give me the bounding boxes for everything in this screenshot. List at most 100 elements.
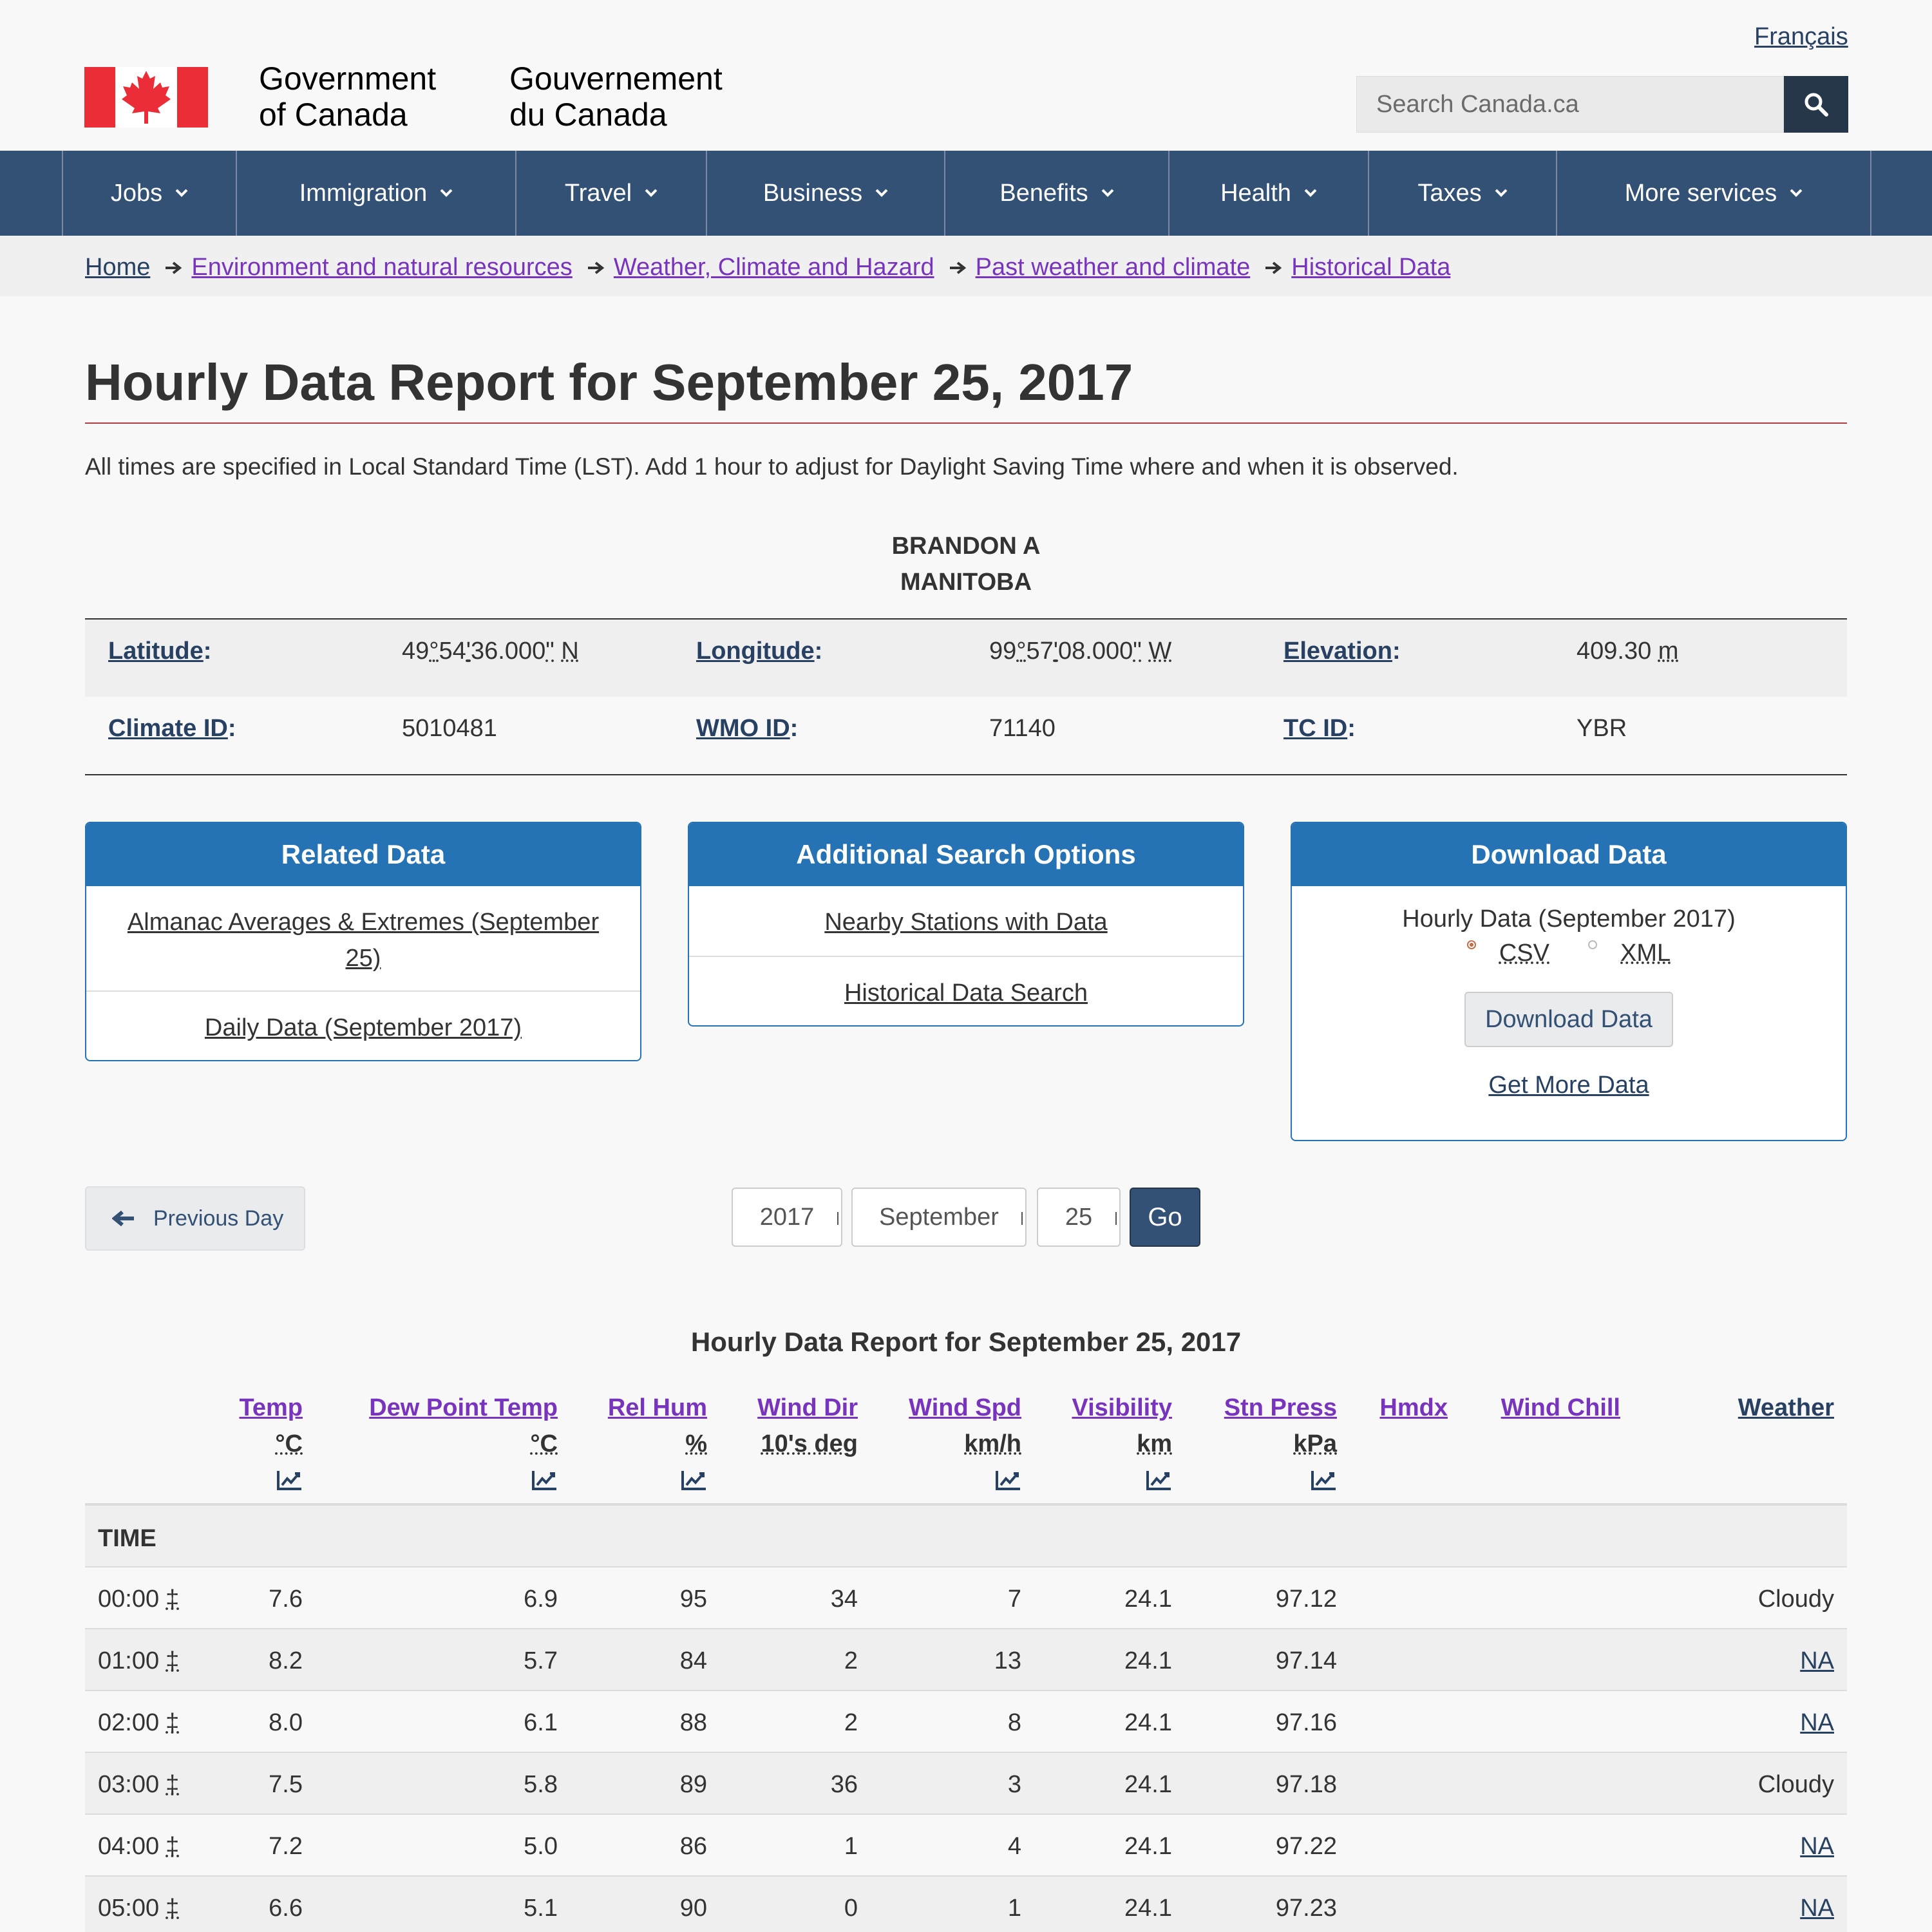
weather-na-link[interactable]: NA [1800, 1895, 1834, 1922]
menu-label: Jobs [110, 179, 163, 207]
signature-french[interactable]: Gouvernement du Canada [509, 61, 767, 133]
vis-cell: 24.1 [1124, 1709, 1172, 1736]
download-description: Hourly Data (September 2017) [1402, 905, 1736, 933]
tc-id-label[interactable]: TC ID: [1283, 715, 1356, 743]
csv-radio[interactable] [1466, 940, 1476, 949]
stn-press-sort-link[interactable]: Stn Press [1224, 1390, 1337, 1426]
daily-data-link[interactable]: Daily Data (September 2017) [86, 992, 640, 1060]
nearby-stations-link[interactable]: Nearby Stations with Data [689, 886, 1243, 957]
wind-chill-sort-link[interactable]: Wind Chill [1501, 1390, 1620, 1426]
signature-en-line-1: Government [259, 61, 437, 97]
xml-label[interactable]: XML [1620, 940, 1671, 967]
elevation-value: 409.30 m [1577, 638, 1679, 665]
weather-cell: NA [1800, 1647, 1834, 1675]
chevron-down-icon [1101, 189, 1114, 197]
breadcrumb-past-weather[interactable]: Past weather and climate [976, 254, 1251, 281]
arrow-right-icon [587, 261, 605, 274]
go-button[interactable]: Go [1130, 1188, 1200, 1247]
weather-link[interactable]: Weather [1738, 1390, 1834, 1426]
signature-en-line-2: of Canada [259, 97, 408, 133]
press-cell: 97.14 [1275, 1647, 1337, 1674]
temp-sort-link[interactable]: Temp [239, 1390, 303, 1426]
column-header-wind-spd: Wind Spd km/h [909, 1390, 1021, 1498]
chevron-down-icon [440, 189, 453, 197]
menu-item-health[interactable]: Health [1168, 151, 1368, 236]
press-cell: 97.12 [1275, 1586, 1337, 1613]
previous-day-label: Previous Day [153, 1206, 284, 1231]
breadcrumb-historical-data[interactable]: Historical Data [1291, 254, 1450, 281]
wmo-id-label[interactable]: WMO ID: [696, 715, 798, 743]
menu-item-travel[interactable]: Travel [515, 151, 706, 236]
search-placeholder: Search Canada.ca [1376, 90, 1579, 118]
menu-item-jobs[interactable]: Jobs [62, 151, 236, 236]
chart-icon[interactable] [277, 1470, 303, 1490]
breadcrumb-home[interactable]: Home [85, 254, 150, 281]
breadcrumb-weather[interactable]: Weather, Climate and Hazard [614, 254, 934, 281]
column-header-rel-hum: Rel Hum % [608, 1390, 707, 1498]
weather-na-link[interactable]: NA [1800, 1647, 1834, 1674]
xml-radio[interactable] [1588, 940, 1597, 949]
visibility-sort-link[interactable]: Visibility [1072, 1390, 1172, 1426]
weather-cell: Cloudy [1757, 1586, 1834, 1613]
breadcrumb-environment[interactable]: Environment and natural resources [191, 254, 572, 281]
dew-cell: 5.8 [524, 1771, 558, 1798]
menu-item-immigration[interactable]: Immigration [236, 151, 515, 236]
arrow-right-icon [166, 261, 182, 274]
almanac-link[interactable]: Almanac Averages & Extremes (September 2… [86, 886, 640, 992]
longitude-label[interactable]: Longitude: [696, 638, 822, 665]
arrow-right-icon [949, 261, 966, 274]
dir-cell: 36 [830, 1771, 858, 1798]
temp-cell: 8.0 [269, 1709, 303, 1736]
weather-cell: NA [1800, 1709, 1834, 1737]
download-data-button[interactable]: Download Data [1464, 992, 1673, 1047]
search-input[interactable]: Search Canada.ca [1356, 76, 1784, 133]
time-cell: 00:00 ‡ [98, 1586, 180, 1613]
table-caption: Hourly Data Report for September 25, 201… [690, 1327, 1242, 1357]
wind-dir-unit: 10's deg [761, 1430, 858, 1457]
get-more-data-link[interactable]: Get More Data [1292, 1072, 1846, 1099]
weather-cell: NA [1800, 1833, 1834, 1861]
time-cell: 02:00 ‡ [98, 1709, 180, 1736]
signature-fr-line-2: du Canada [509, 97, 667, 133]
month-select[interactable]: September [851, 1188, 1027, 1247]
chart-icon[interactable] [681, 1470, 707, 1490]
year-select[interactable]: 2017 [732, 1188, 842, 1247]
dew-point-sort-link[interactable]: Dew Point Temp [369, 1390, 558, 1426]
hmdx-sort-link[interactable]: Hmdx [1379, 1390, 1448, 1426]
table-row: 01:00 ‡ 8.2 5.7 84 2 13 24.1 97.14 NA [85, 1629, 1847, 1691]
weather-na-link[interactable]: NA [1800, 1833, 1834, 1860]
climate-id-label[interactable]: Climate ID: [108, 715, 236, 743]
menu-item-taxes[interactable]: Taxes [1368, 151, 1556, 236]
search-button[interactable] [1784, 76, 1848, 133]
chart-icon[interactable] [1146, 1470, 1172, 1490]
rel-hum-sort-link[interactable]: Rel Hum [608, 1390, 707, 1426]
chart-icon[interactable] [996, 1470, 1021, 1490]
chevron-down-icon [645, 189, 658, 197]
menu-item-benefits[interactable]: Benefits [944, 151, 1168, 236]
time-header-row [85, 1506, 1847, 1567]
wind-spd-sort-link[interactable]: Wind Spd [909, 1390, 1021, 1426]
title-underline [85, 422, 1847, 424]
press-cell: 97.18 [1275, 1771, 1337, 1798]
table-row: 05:00 ‡ 6.6 5.1 90 0 1 24.1 97.23 NA [85, 1877, 1847, 1932]
temp-cell: 7.2 [269, 1833, 303, 1860]
latitude-label[interactable]: Latitude: [108, 638, 211, 665]
csv-label[interactable]: CSV [1499, 940, 1549, 967]
menu-label: Benefits [999, 179, 1088, 207]
chart-icon[interactable] [1311, 1470, 1337, 1490]
language-toggle-link[interactable]: Français [1754, 23, 1848, 51]
related-data-panel: Related Data Almanac Averages & Extremes… [85, 822, 641, 1061]
menu-item-more-services[interactable]: More services [1556, 151, 1870, 236]
vis-cell: 24.1 [1124, 1771, 1172, 1798]
wind-dir-sort-link[interactable]: Wind Dir [757, 1390, 858, 1426]
weather-na-link[interactable]: NA [1800, 1709, 1834, 1736]
chart-icon[interactable] [532, 1470, 558, 1490]
menu-divider [1870, 151, 1871, 236]
menu-item-business[interactable]: Business [706, 151, 944, 236]
historical-search-link[interactable]: Historical Data Search [689, 957, 1243, 1025]
signature-english[interactable]: Government of Canada [259, 61, 478, 133]
time-cell: 01:00 ‡ [98, 1647, 180, 1674]
previous-day-button[interactable]: Previous Day [85, 1186, 305, 1251]
elevation-label[interactable]: Elevation: [1283, 638, 1401, 665]
day-select[interactable]: 25 [1037, 1188, 1121, 1247]
